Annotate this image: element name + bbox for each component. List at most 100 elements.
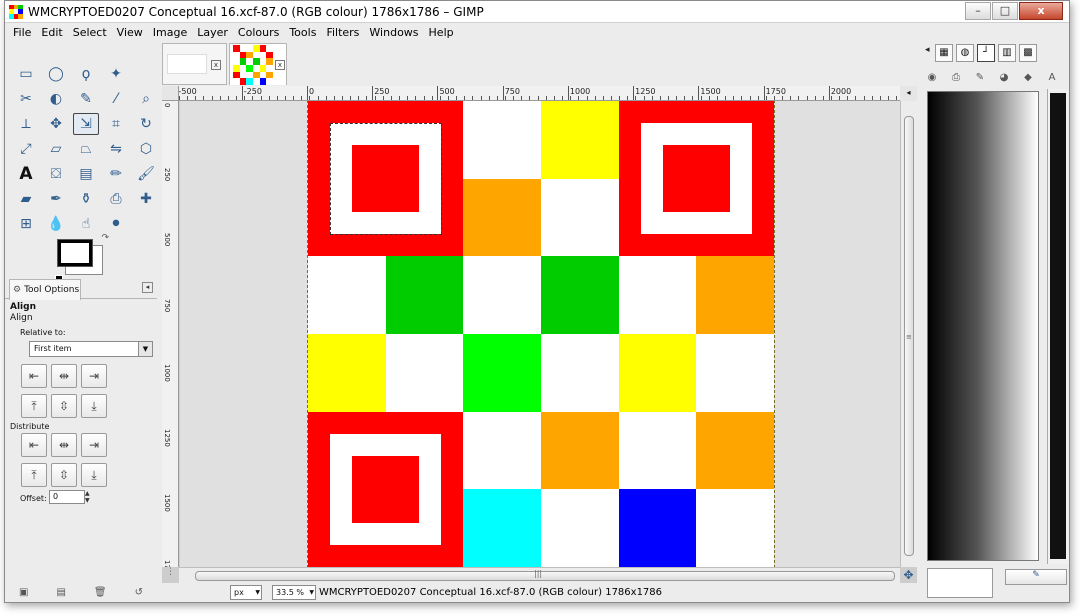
- gradient-preview[interactable]: [927, 91, 1039, 561]
- menu-tools[interactable]: Tools: [289, 26, 316, 39]
- delete-options-icon[interactable]: 🗑: [94, 587, 107, 598]
- dodge-burn-icon[interactable]: ⚫: [103, 213, 129, 235]
- close-button[interactable]: x: [1019, 2, 1063, 20]
- clone-icon[interactable]: ⎙: [103, 188, 129, 210]
- menu-colours[interactable]: Colours: [238, 26, 279, 39]
- quick-mask-toggle[interactable]: ⋮: [162, 567, 179, 583]
- crop-icon[interactable]: ⌗: [103, 113, 129, 135]
- distribute-top-button[interactable]: ⤒: [21, 463, 47, 487]
- text-icon[interactable]: A: [13, 163, 39, 185]
- gimp-mascot-icon[interactable]: ◉: [923, 72, 941, 83]
- menu-windows[interactable]: Windows: [369, 26, 418, 39]
- align-top-edge-button[interactable]: ⤒: [21, 394, 47, 418]
- unit-select[interactable]: px ▼: [230, 584, 262, 600]
- paintbrush-icon[interactable]: 🖌: [133, 163, 159, 185]
- menu-image[interactable]: Image: [153, 26, 187, 39]
- dock-menu-arrow-icon[interactable]: ◂: [925, 45, 930, 55]
- distribute-bottom-button[interactable]: ⤓: [81, 463, 107, 487]
- menu-select[interactable]: Select: [73, 26, 107, 39]
- ellipse-select-icon[interactable]: ◯: [43, 63, 69, 85]
- airbrush-icon[interactable]: ✒: [43, 188, 69, 210]
- palette-icon[interactable]: ◆: [1019, 72, 1037, 83]
- reset-options-icon[interactable]: ↺: [135, 587, 143, 598]
- scissors-icon[interactable]: ✂: [13, 88, 39, 110]
- edit-gradient-button[interactable]: ✎: [1005, 569, 1067, 585]
- eraser-icon[interactable]: ▰: [13, 188, 39, 210]
- patterns-tab-icon[interactable]: ▦: [935, 44, 953, 62]
- distribute-left-button[interactable]: ⇤: [21, 433, 47, 457]
- horizontal-scrollbar[interactable]: |||: [179, 567, 900, 583]
- fg-bg-colors[interactable]: ↷: [55, 233, 109, 283]
- distribute-center-button[interactable]: ⇹: [51, 433, 77, 457]
- perspective-clone-icon[interactable]: ⊞: [13, 213, 39, 235]
- align-bottom-edge-button[interactable]: ⤓: [81, 394, 107, 418]
- ruler-corner[interactable]: [162, 86, 179, 101]
- tab-menu-icon[interactable]: ◂: [142, 282, 153, 293]
- ink-icon[interactable]: ⚱: [73, 188, 99, 210]
- align-icon[interactable]: ⇲: [73, 113, 99, 135]
- paths-icon[interactable]: ✎: [73, 88, 99, 110]
- qr-image[interactable]: [307, 101, 775, 567]
- close-tab-icon[interactable]: x: [275, 60, 285, 70]
- measure-icon[interactable]: ⟂: [13, 113, 39, 135]
- menu-file[interactable]: File: [13, 26, 31, 39]
- scale-icon[interactable]: ⤢: [13, 138, 39, 160]
- color-picker-icon[interactable]: ⁄: [103, 88, 129, 110]
- cage-icon[interactable]: ⬡: [133, 138, 159, 160]
- pencil-icon[interactable]: ✏: [103, 163, 129, 185]
- close-tab-icon[interactable]: x: [211, 60, 221, 70]
- menu-help[interactable]: Help: [429, 26, 454, 39]
- color-wheel-icon[interactable]: ◕: [995, 72, 1013, 83]
- distribute-middle-button[interactable]: ⇳: [51, 463, 77, 487]
- align-left-edge-button[interactable]: ⇤: [21, 364, 47, 388]
- maximize-button[interactable]: □: [992, 2, 1018, 20]
- perspective-icon[interactable]: ⏢: [73, 138, 99, 160]
- distribute-right-button[interactable]: ⇥: [81, 433, 107, 457]
- navigate-icon[interactable]: ✥: [900, 567, 917, 583]
- menu-edit[interactable]: Edit: [41, 26, 62, 39]
- restore-options-icon[interactable]: ▤: [56, 587, 65, 598]
- save-options-icon[interactable]: ▣: [19, 587, 28, 598]
- rect-select-icon[interactable]: ▭: [13, 63, 39, 85]
- offset-spinner[interactable]: ▲ ▼: [85, 490, 92, 504]
- flip-icon[interactable]: ⇋: [103, 138, 129, 160]
- fuzzy-select-icon[interactable]: ✦: [103, 63, 129, 85]
- heal-icon[interactable]: ✚: [133, 188, 159, 210]
- zoom-icon[interactable]: ⌕: [133, 88, 159, 110]
- move-icon[interactable]: ✥: [43, 113, 69, 135]
- swap-colors-icon[interactable]: ↷: [101, 233, 109, 243]
- font-icon[interactable]: A: [1043, 72, 1061, 83]
- free-select-icon[interactable]: ϙ: [73, 63, 99, 85]
- menu-filters[interactable]: Filters: [326, 26, 359, 39]
- brushes-tab-icon[interactable]: ◍: [956, 44, 974, 62]
- blur-icon[interactable]: 💧: [43, 213, 69, 235]
- align-middle-button[interactable]: ⇳: [51, 394, 77, 418]
- align-right-edge-button[interactable]: ⇥: [81, 364, 107, 388]
- align-center-horizontal-button[interactable]: ⇹: [51, 364, 77, 388]
- foreground-color-swatch[interactable]: [57, 239, 93, 267]
- palettes-tab-icon[interactable]: ▩: [1019, 44, 1037, 62]
- brush-icon[interactable]: ✎: [971, 72, 989, 83]
- vertical-ruler[interactable]: 0 250 500 750 1000 1250 1500 1750: [162, 101, 179, 567]
- tab-tool-options[interactable]: ⚙ Tool Options: [9, 279, 81, 300]
- minimize-button[interactable]: –: [965, 2, 991, 20]
- foreground-select-icon[interactable]: ◐: [43, 88, 69, 110]
- menu-view[interactable]: View: [117, 26, 143, 39]
- dock-thumbnail[interactable]: [927, 568, 993, 598]
- canvas-area[interactable]: [180, 101, 900, 567]
- rotate-icon[interactable]: ↻: [133, 113, 159, 135]
- paths-tab-icon[interactable]: ┘: [977, 44, 995, 62]
- offset-input[interactable]: 0: [49, 490, 85, 504]
- horizontal-ruler[interactable]: -500 -250 0 250 500 750 1000 1250 1500 1750 2000: [179, 86, 900, 101]
- gradients-tab-icon[interactable]: ▥: [998, 44, 1016, 62]
- bucket-fill-icon[interactable]: ⛋: [43, 163, 69, 185]
- zoom-select[interactable]: 33.5 % ▼: [272, 584, 316, 600]
- blend-icon[interactable]: ▤: [73, 163, 99, 185]
- shear-icon[interactable]: ▱: [43, 138, 69, 160]
- relative-to-select[interactable]: First item ▼: [29, 341, 153, 357]
- menu-layer[interactable]: Layer: [197, 26, 228, 39]
- image-tab-qr[interactable]: x: [229, 43, 287, 85]
- smudge-icon[interactable]: ☝: [73, 213, 99, 235]
- vertical-scrollbar[interactable]: ≡: [900, 101, 917, 567]
- horizontal-scroll-thumb[interactable]: [195, 571, 895, 581]
